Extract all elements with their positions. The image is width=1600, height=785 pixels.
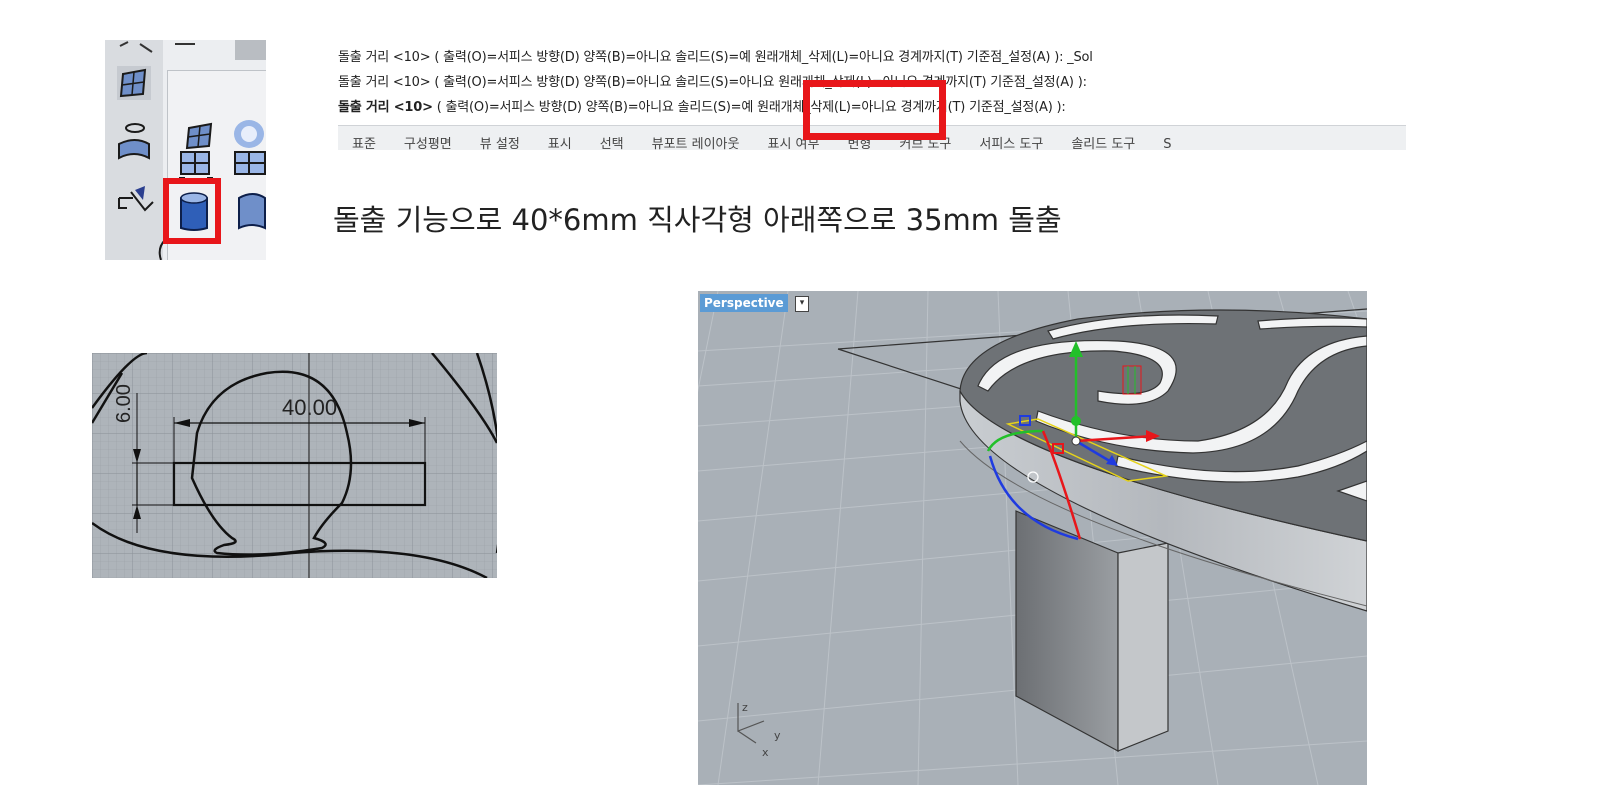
- viewport-menu-dropdown[interactable]: ▾: [795, 296, 809, 312]
- prompt-options[interactable]: ( 출력(O)=서피스 방향(D) 양쪽(B)=아니요 솔리드(S)=예 원래개…: [433, 100, 1066, 115]
- width-dimension-label: 40.00: [282, 395, 337, 420]
- tab-surface-tools[interactable]: 서피스 도구: [965, 126, 1057, 150]
- toolbar-crop: [105, 40, 266, 260]
- axis-label-y: y: [774, 729, 781, 742]
- height-dimension-label: 6.00: [113, 384, 135, 423]
- sketch-view: 40.00 6.00: [92, 353, 497, 578]
- solid-option-highlight-box: [803, 80, 946, 140]
- viewport-title-tab[interactable]: Perspective: [700, 294, 788, 312]
- extrude-surface-icon[interactable]: [238, 193, 266, 230]
- perspective-viewport[interactable]: z y x: [698, 291, 1367, 785]
- tab-view-setup[interactable]: 뷰 설정: [466, 126, 534, 150]
- command-line: 돌출 거리 <10> ( 출력(O)=서피스 방향(D) 양쪽(B)=아니요 솔…: [338, 75, 1087, 90]
- tab-standard[interactable]: 표준: [338, 126, 390, 150]
- partial-icon: [119, 40, 266, 60]
- tab-cplanes[interactable]: 구성평면: [390, 126, 466, 150]
- caption-text: 돌출 기능으로 40*6mm 직사각형 아래쪽으로 35mm 돌출: [333, 203, 1062, 237]
- tab-more[interactable]: S: [1149, 130, 1185, 150]
- prompt-label: 돌출 거리 <10>: [338, 100, 433, 115]
- cylinder-surface-icon[interactable]: [118, 123, 150, 160]
- surface-icon[interactable]: [185, 122, 213, 150]
- tab-solid-tools[interactable]: 솔리드 도구: [1057, 126, 1149, 150]
- tab-display[interactable]: 표시: [534, 126, 586, 150]
- grid-plane-icon[interactable]: [234, 151, 266, 175]
- axis-label-z: z: [742, 701, 748, 714]
- axis-label-x: x: [762, 746, 769, 759]
- grid-plane-icon[interactable]: [179, 151, 213, 179]
- command-line: 돌출 거리 <10> ( 출력(O)=서피스 방향(D) 양쪽(B)=아니요 솔…: [338, 50, 1093, 65]
- tab-select[interactable]: 선택: [586, 126, 638, 150]
- lattice-icon[interactable]: [117, 66, 151, 100]
- extrude-highlight-box: [163, 178, 221, 244]
- sphere-icon[interactable]: [234, 120, 264, 148]
- command-prompt[interactable]: 돌출 거리 <10> ( 출력(O)=서피스 방향(D) 양쪽(B)=아니요 솔…: [338, 96, 1066, 115]
- tab-viewport-layout[interactable]: 뷰포트 레이아웃: [638, 126, 754, 150]
- pointer-icon[interactable]: [118, 186, 154, 212]
